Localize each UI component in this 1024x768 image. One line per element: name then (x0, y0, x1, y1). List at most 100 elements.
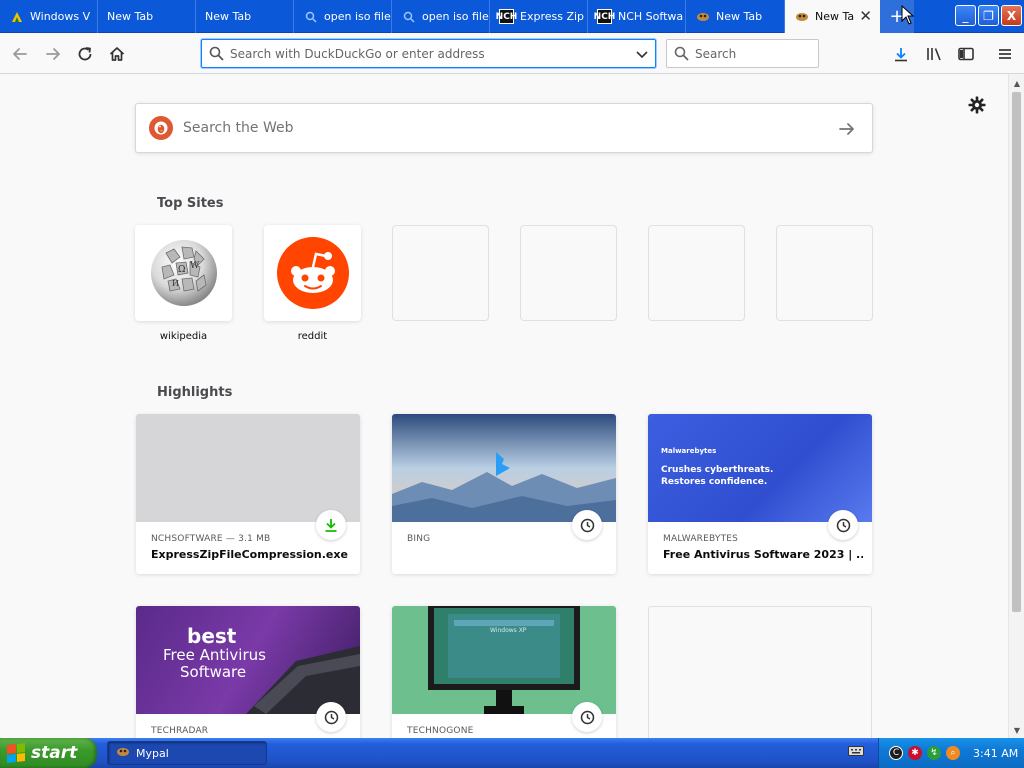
top-site-empty[interactable] (648, 225, 745, 321)
tab-windows[interactable]: Windows V (0, 0, 98, 33)
minimize-button[interactable]: _ (955, 5, 976, 26)
reddit-tile[interactable] (264, 225, 361, 321)
reddit-logo-icon (276, 237, 349, 309)
tab-express-zip[interactable]: NCH Express Zip (490, 0, 588, 33)
arrow-right-icon[interactable] (836, 118, 858, 140)
tab-nch-software[interactable]: NCH NCH Softwa (588, 0, 686, 33)
highlight-card-technogone[interactable]: Windows XP TECHNOGONE (392, 606, 616, 738)
highlights-title: Highlights (157, 385, 233, 400)
top-site-reddit[interactable]: reddit (264, 225, 361, 342)
top-sites-title: Top Sites (157, 196, 224, 211)
url-bar[interactable] (201, 39, 656, 68)
mouse-cursor-icon (901, 5, 915, 25)
svg-text:И: И (172, 279, 179, 288)
top-sites-grid: Ω W И wikipedia reddit (135, 225, 875, 355)
sidebar-icon (958, 47, 974, 61)
scroll-down-arrow-icon[interactable]: ▼ (1012, 724, 1022, 736)
network-icon[interactable]: ↯ (927, 746, 941, 760)
download-icon (316, 510, 346, 540)
tab-open-iso-2[interactable]: open iso file (392, 0, 490, 33)
thumbnail-text: Software (180, 663, 247, 681)
highlight-card-empty (648, 606, 872, 738)
start-button[interactable]: start (0, 738, 97, 768)
card-title: ExpressZipFileCompression.exe (151, 548, 348, 561)
tab-new-tab-3[interactable]: New Tab (686, 0, 785, 33)
back-button[interactable] (7, 41, 33, 67)
thumbnail-text: Restores confidence. (661, 477, 768, 487)
clock: 3:41 AM (973, 746, 1019, 760)
library-button[interactable] (921, 41, 947, 67)
mypal-icon (695, 9, 710, 24)
start-label: start (31, 743, 78, 763)
top-site-empty[interactable] (392, 225, 489, 321)
windows-flag-icon (7, 743, 25, 763)
highlight-card-bing[interactable]: BING (392, 414, 616, 574)
duckduckgo-logo (149, 116, 173, 140)
svg-text:Windows XP: Windows XP (490, 627, 527, 634)
empty-tile[interactable] (392, 225, 489, 321)
library-icon (927, 48, 941, 61)
highlight-card-nchsoftware[interactable]: NCHSOFTWARE — 3.1 MB ExpressZipFileCompr… (136, 414, 360, 574)
empty-tile[interactable] (648, 225, 745, 321)
windows-icon (9, 9, 24, 24)
clock-icon (572, 702, 602, 732)
url-input[interactable] (230, 46, 629, 61)
card-thumbnail: Malwarebytes Crushes cyberthreats. Resto… (648, 414, 872, 522)
scroll-up-arrow-icon[interactable]: ▲ (1012, 77, 1022, 89)
search-icon (202, 46, 230, 61)
wikipedia-tile[interactable]: Ω W И (135, 225, 232, 321)
forward-button[interactable] (40, 41, 66, 67)
clock-icon (316, 702, 346, 732)
top-site-wikipedia[interactable]: Ω W И wikipedia (135, 225, 232, 342)
close-window-button[interactable]: X (1001, 5, 1022, 26)
sidebar-button[interactable] (953, 41, 979, 67)
system-tray: C ✱ ↯ ⌕ 3:41 AM (878, 738, 1024, 768)
malwarebytes-brand: Malwarebytes (661, 447, 717, 455)
clock-icon (828, 510, 858, 540)
top-site-empty[interactable] (776, 225, 873, 321)
card-title: Free Antivirus Software 2023 | ... (663, 548, 863, 561)
empty-tile[interactable] (776, 225, 873, 321)
reload-button[interactable] (72, 41, 98, 67)
antivirus-icon[interactable]: ✱ (908, 746, 922, 760)
thumbnail-text: best (187, 624, 237, 648)
search-input[interactable] (695, 46, 818, 61)
card-thumbnail (392, 414, 616, 522)
chevron-down-icon[interactable] (629, 49, 655, 59)
taskbar-item-mypal[interactable]: Mypal (107, 741, 267, 765)
tab-open-iso-1[interactable]: open iso file (294, 0, 392, 33)
nch-icon: NCH (594, 9, 615, 24)
highlight-card-malwarebytes[interactable]: Malwarebytes Crushes cyberthreats. Resto… (648, 414, 872, 574)
close-tab-icon[interactable]: ✕ (859, 9, 872, 24)
scroll-thumb[interactable] (1012, 92, 1021, 612)
shield-icon[interactable]: C (889, 746, 903, 760)
download-icon (895, 48, 907, 62)
downloads-button[interactable] (888, 41, 914, 67)
mypal-icon (116, 746, 130, 761)
tab-new-tab-2[interactable]: New Tab (196, 0, 294, 33)
web-search-box[interactable] (135, 103, 873, 153)
svg-text:W: W (190, 261, 200, 271)
search-icon (401, 9, 416, 24)
empty-tile[interactable] (520, 225, 617, 321)
highlight-card-techradar[interactable]: best Free Antivirus Software TECHRADAR (136, 606, 360, 738)
mypal-icon (794, 9, 809, 24)
card-source: MALWAREBYTES (663, 534, 739, 544)
top-site-empty[interactable] (520, 225, 617, 321)
card-source: TECHNOGONE (407, 726, 474, 736)
keyboard-icon[interactable] (848, 745, 866, 761)
web-search-input[interactable] (183, 120, 823, 136)
search-tray-icon[interactable]: ⌕ (946, 746, 960, 760)
page-scrollbar[interactable]: ▲ ▼ (1008, 74, 1024, 738)
tab-new-tab-1[interactable]: New Tab (98, 0, 196, 33)
card-thumbnail: best Free Antivirus Software (136, 606, 360, 714)
menu-button[interactable] (992, 41, 1018, 67)
search-bar[interactable] (666, 39, 819, 68)
card-source: BING (407, 534, 431, 544)
home-button[interactable] (104, 41, 130, 67)
top-site-label: reddit (297, 331, 328, 342)
gear-icon[interactable] (966, 94, 988, 116)
restore-button[interactable]: ❐ (978, 5, 999, 26)
hamburger-menu-icon (999, 49, 1011, 59)
tab-new-tab-active[interactable]: New Tab ✕ (785, 0, 880, 33)
